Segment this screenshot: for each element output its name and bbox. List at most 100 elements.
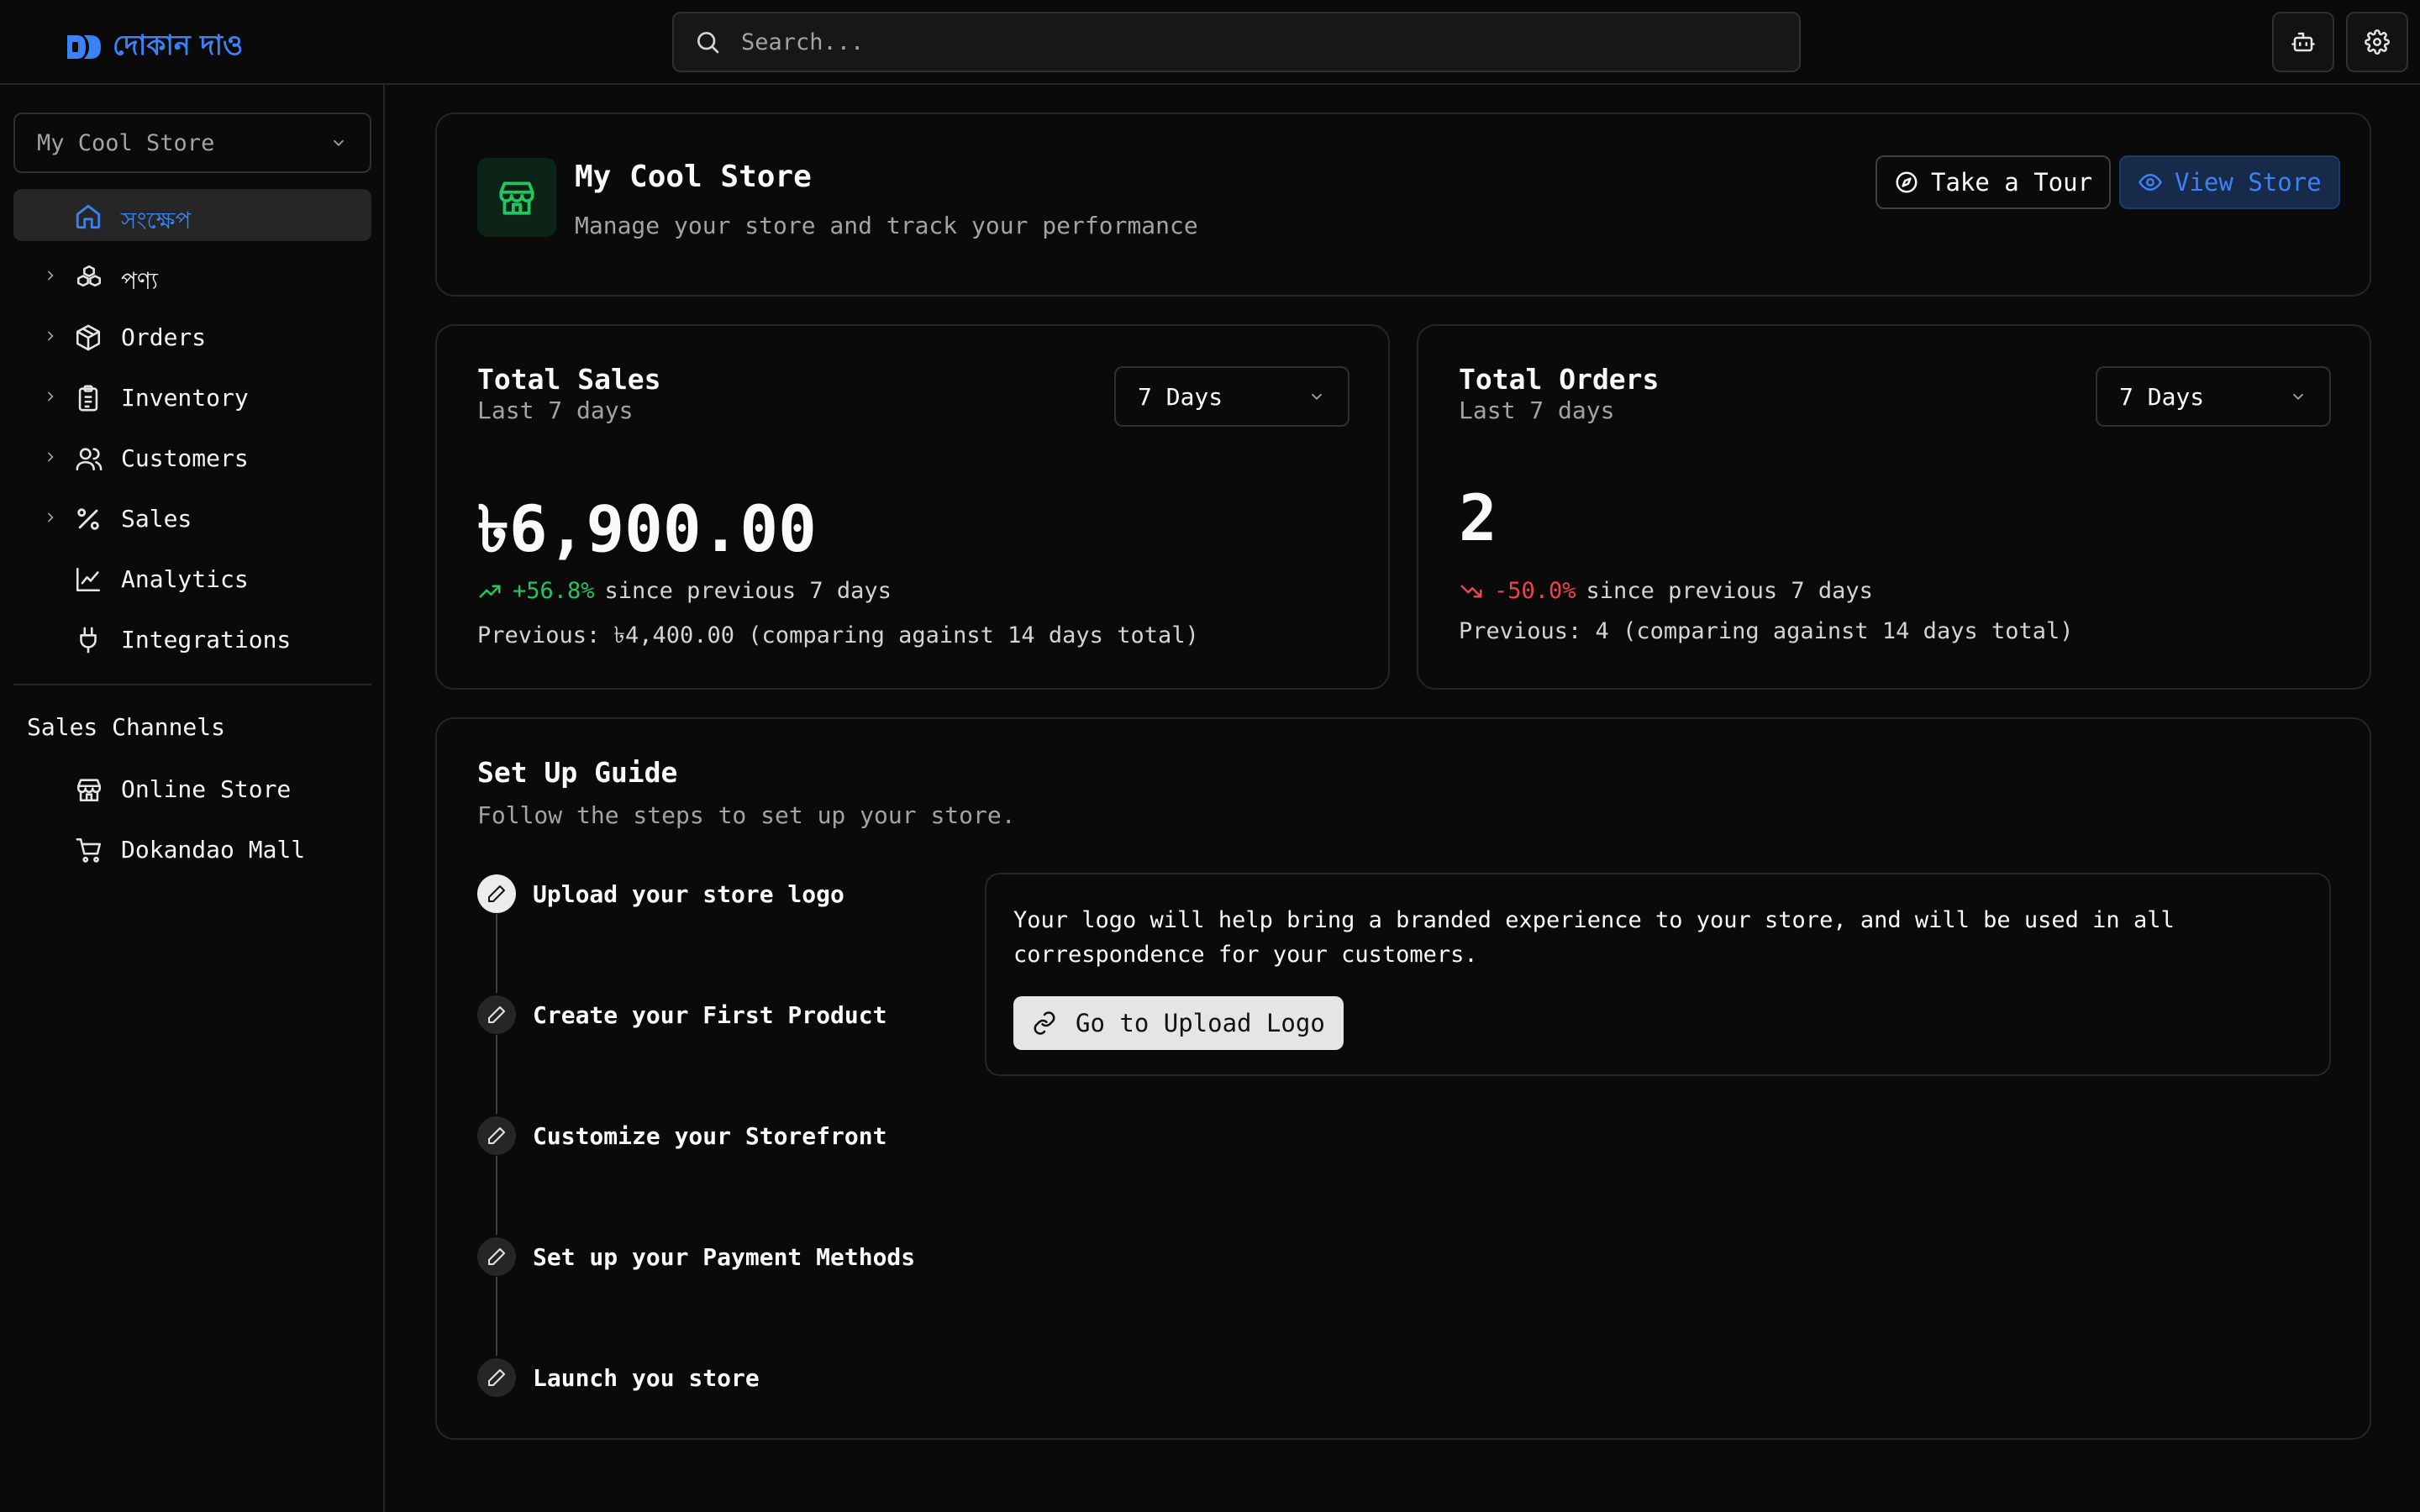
package-icon	[76, 324, 101, 351]
brand-logo[interactable]: দোকান দাও	[66, 24, 243, 71]
sidebar-item-label: সংক্ষেপ	[121, 207, 192, 234]
sidebar-item-label: Dokandao Mall	[121, 836, 306, 864]
sidebar-item-label: Inventory	[121, 384, 249, 412]
step-indicator	[477, 1237, 516, 1276]
pencil-icon	[488, 1248, 505, 1265]
sidebar-item-orders[interactable]: Orders	[13, 310, 371, 362]
store-icon	[499, 181, 534, 215]
sidebar: My Cool Store সংক্ষেপ পণ্য Orders Invent…	[0, 85, 385, 1512]
sales-subtitle: Last 7 days	[477, 396, 634, 424]
settings-button[interactable]	[2346, 12, 2408, 72]
sales-channels-title: Sales Channels	[27, 713, 226, 741]
sales-previous: Previous: ৳4,400.00 (comparing against 1…	[477, 622, 1199, 648]
sidebar-item-label: পণ্য	[121, 267, 159, 295]
sidebar-item-label: Sales	[121, 505, 192, 533]
users-icon	[76, 448, 103, 471]
step-connector	[496, 1156, 497, 1235]
orders-period-label: 7 Days	[2119, 382, 2205, 411]
orders-since: since previous 7 days	[1586, 578, 1873, 604]
sidebar-item-dokandao-mall[interactable]: Dokandao Mall	[13, 822, 371, 874]
sales-value: ৳6,900.00	[477, 491, 817, 566]
brand-name: দোকান দাও	[113, 29, 244, 61]
step-connector	[496, 1035, 497, 1114]
sidebar-item-customers[interactable]: Customers	[13, 431, 371, 483]
upload-logo-label: Go to Upload Logo	[1076, 1009, 1325, 1037]
chevron-right-icon	[47, 512, 54, 522]
sidebar-item-products[interactable]: পণ্য	[13, 249, 371, 302]
top-bar: দোকান দাও	[0, 0, 2420, 85]
chevron-down-icon	[1311, 393, 1323, 401]
search-input[interactable]	[741, 29, 1749, 55]
upload-logo-button[interactable]: Go to Upload Logo	[1013, 996, 1344, 1050]
cart-icon	[76, 837, 102, 863]
guide-subtitle: Follow the steps to set up your store.	[477, 801, 1016, 829]
step-detail-text: Your logo will help bring a branded expe…	[1013, 907, 2175, 968]
bot-icon	[2291, 32, 2315, 52]
sales-since: since previous 7 days	[604, 578, 892, 604]
sidebar-item-integrations[interactable]: Integrations	[13, 612, 371, 664]
orders-previous: Previous: 4 (comparing against 14 days t…	[1459, 618, 2074, 644]
store-icon	[76, 779, 102, 802]
store-header-card: My Cool Store Manage your store and trac…	[435, 113, 2371, 297]
clipboard-icon	[78, 385, 98, 412]
step-indicator	[477, 1358, 516, 1397]
percent-icon	[77, 508, 99, 530]
sidebar-item-label: Integrations	[121, 626, 292, 654]
sales-period-label: 7 Days	[1138, 382, 1223, 411]
chevron-right-icon	[47, 452, 54, 462]
search-bar[interactable]	[672, 12, 1801, 72]
step-label: Customize your Storefront	[533, 1121, 887, 1150]
orders-period-select[interactable]: 7 Days	[2096, 366, 2331, 427]
sales-title: Total Sales	[477, 363, 661, 396]
page-title: My Cool Store	[575, 160, 812, 194]
total-orders-card: Total Orders Last 7 days 7 Days 2 -50.0%…	[1417, 324, 2371, 690]
step-label: Set up your Payment Methods	[533, 1242, 916, 1271]
plug-icon	[80, 627, 97, 654]
sales-change: +56.8%	[513, 578, 595, 604]
store-selector-label: My Cool Store	[37, 129, 215, 156]
step-storefront[interactable]: Customize your Storefront	[477, 1115, 886, 1157]
sales-period-select[interactable]: 7 Days	[1114, 366, 1349, 427]
step-payment-methods[interactable]: Set up your Payment Methods	[477, 1236, 915, 1278]
setup-guide-card: Set Up Guide Follow the steps to set up …	[435, 717, 2371, 1440]
assistant-button[interactable]	[2272, 12, 2334, 72]
step-indicator	[477, 995, 516, 1034]
take-tour-button[interactable]: Take a Tour	[1876, 155, 2112, 209]
step-label: Create your First Product	[533, 1000, 887, 1029]
orders-change: -50.0%	[1494, 578, 1576, 604]
store-avatar	[477, 158, 556, 237]
step-launch-store[interactable]: Launch you store	[477, 1357, 760, 1399]
pencil-icon	[488, 885, 505, 902]
step-first-product[interactable]: Create your First Product	[477, 994, 886, 1036]
sidebar-item-online-store[interactable]: Online Store	[13, 762, 371, 814]
sidebar-item-sales[interactable]: Sales	[13, 491, 371, 543]
orders-title: Total Orders	[1459, 363, 1660, 396]
eye-icon	[2139, 173, 2162, 192]
sidebar-nav: সংক্ষেপ পণ্য Orders Inventory Customers …	[13, 189, 371, 673]
sidebar-item-overview[interactable]: সংক্ষেপ	[13, 189, 371, 241]
sidebar-item-analytics[interactable]: Analytics	[13, 552, 371, 604]
sidebar-item-label: Online Store	[121, 775, 292, 803]
store-selector[interactable]: My Cool Store	[13, 113, 371, 173]
boxes-icon	[76, 265, 102, 287]
chart-line-icon	[76, 567, 101, 592]
trending-down-icon	[1460, 585, 1482, 597]
view-store-button[interactable]: View Store	[2119, 155, 2340, 209]
pencil-icon	[488, 1127, 505, 1144]
sidebar-item-label: Analytics	[121, 565, 249, 593]
search-icon	[697, 32, 719, 54]
chevron-down-icon	[2292, 393, 2304, 401]
step-label: Launch you store	[533, 1363, 760, 1392]
sidebar-item-inventory[interactable]: Inventory	[13, 370, 371, 423]
compass-icon	[1896, 171, 1918, 193]
chevron-right-icon	[47, 270, 54, 281]
page-subtitle: Manage your store and track your perform…	[575, 212, 1198, 239]
sales-channels-list: Online Store Dokandao Mall	[13, 762, 371, 883]
chevron-down-icon	[333, 139, 345, 147]
orders-value: 2	[1459, 480, 1497, 555]
sidebar-item-label: Customers	[121, 444, 249, 472]
link-icon	[1034, 1011, 1055, 1035]
sales-change-row: +56.8% since previous 7 days	[477, 578, 892, 604]
step-connector	[496, 1277, 497, 1356]
step-upload-logo[interactable]: Upload your store logo	[477, 873, 844, 915]
